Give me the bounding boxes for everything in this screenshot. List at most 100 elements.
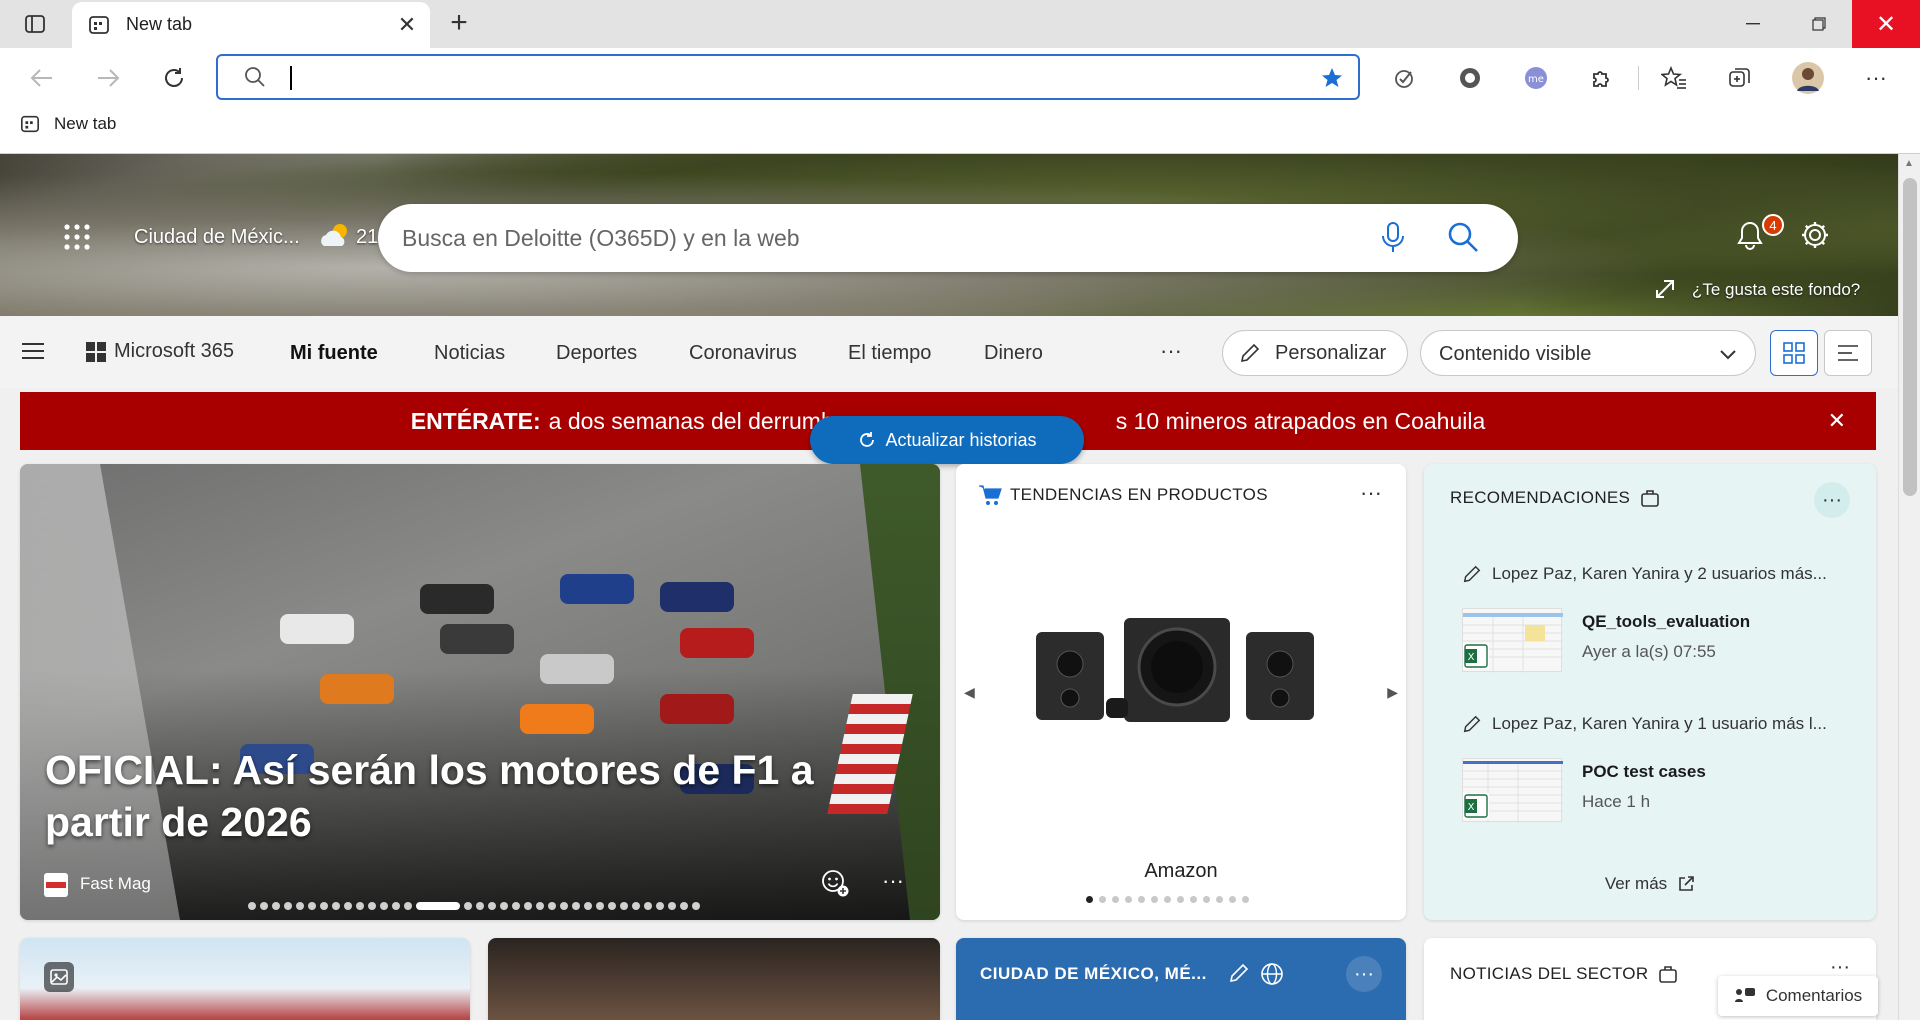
grid-layout-button[interactable] (1770, 330, 1818, 376)
list-layout-button[interactable] (1824, 330, 1872, 376)
carousel-dot[interactable] (488, 902, 496, 910)
carousel-dot[interactable] (632, 902, 640, 910)
carousel-dot[interactable] (272, 902, 280, 910)
recommendation-file-name[interactable]: QE_tools_evaluation (1582, 612, 1750, 632)
recommendation-file-name[interactable]: POC test cases (1582, 762, 1706, 782)
favorites-button[interactable] (1656, 60, 1692, 96)
carousel-dot[interactable] (596, 902, 604, 910)
page-scrollbar[interactable]: ▲ (1898, 154, 1920, 1020)
top-story-more-button[interactable]: ··· (882, 868, 904, 894)
top-story-source[interactable]: Fast Mag (80, 874, 151, 894)
tab-deportes[interactable]: Deportes (556, 342, 637, 365)
app-launcher-icon[interactable] (62, 222, 92, 252)
tab-el-tiempo[interactable]: El tiempo (848, 342, 931, 365)
carousel-dot[interactable] (1125, 896, 1132, 903)
extension-check-button[interactable] (1386, 60, 1422, 96)
personalize-button[interactable]: Personalizar (1222, 330, 1408, 376)
weather-more-button[interactable]: ··· (1346, 956, 1382, 992)
carousel-dot[interactable] (380, 902, 388, 910)
nav-microsoft-365[interactable]: Microsoft 365 (86, 340, 234, 363)
settings-more-button[interactable]: ··· (1858, 60, 1894, 96)
carousel-next-button[interactable]: ▶ (1387, 684, 1398, 701)
tab-mi-fuente[interactable]: Mi fuente (290, 342, 378, 365)
carousel-dot[interactable] (404, 902, 412, 910)
web-search-box[interactable]: Busca en Deloitte (O365D) y en la web (378, 204, 1518, 272)
weather-location[interactable]: Ciudad de Méxic... (134, 226, 300, 249)
recommendation-item[interactable]: Lopez Paz, Karen Yanira y 2 usuarios más… (1462, 564, 1842, 673)
pencil-icon[interactable] (1228, 962, 1250, 984)
expand-icon[interactable] (1654, 278, 1676, 300)
carousel-dot[interactable] (1190, 896, 1197, 903)
carousel-dot[interactable] (680, 902, 688, 910)
story-card[interactable] (488, 938, 940, 1020)
story-card[interactable] (20, 938, 470, 1020)
carousel-dot[interactable] (1216, 896, 1223, 903)
search-icon[interactable] (1446, 220, 1480, 254)
carousel-dot[interactable] (1099, 896, 1106, 903)
carousel-dot[interactable] (1164, 896, 1171, 903)
carousel-indicator[interactable] (248, 902, 700, 910)
products-more-button[interactable]: ··· (1360, 480, 1382, 506)
scroll-up-arrow-icon[interactable]: ▲ (1904, 158, 1914, 169)
carousel-dot[interactable] (476, 902, 484, 910)
carousel-dot[interactable] (260, 902, 268, 910)
weather-temperature[interactable]: 21 (356, 226, 378, 249)
top-story-title[interactable]: OFICIAL: Así serán los motores de F1 a p… (45, 744, 915, 848)
carousel-dot[interactable] (1151, 896, 1158, 903)
restore-button[interactable] (1786, 0, 1852, 48)
product-carousel-indicator[interactable] (1086, 896, 1249, 903)
speaker-system-image[interactable] (1036, 612, 1326, 728)
favorites-item-new-tab[interactable]: New tab (20, 114, 116, 134)
carousel-dot[interactable] (284, 902, 292, 910)
refresh-button[interactable] (154, 58, 194, 98)
window-close-button[interactable]: ✕ (1852, 0, 1920, 48)
carousel-dot[interactable] (572, 902, 580, 910)
carousel-dot[interactable] (392, 902, 400, 910)
extension-q-button[interactable] (1452, 60, 1488, 96)
minimize-button[interactable] (1720, 0, 1786, 48)
carousel-dot[interactable] (296, 902, 304, 910)
content-visibility-dropdown[interactable]: Contenido visible (1420, 330, 1756, 376)
add-reaction-icon[interactable] (820, 868, 850, 898)
gear-icon[interactable] (1800, 220, 1830, 250)
tab-actions-button[interactable] (18, 10, 52, 38)
like-background-link[interactable]: ¿Te gusta este fondo? (1692, 280, 1860, 300)
scrollbar-thumb[interactable] (1903, 178, 1917, 496)
carousel-dot[interactable] (320, 902, 328, 910)
carousel-dot[interactable] (1177, 896, 1184, 903)
carousel-dot[interactable] (308, 902, 316, 910)
carousel-dot[interactable] (356, 902, 364, 910)
extension-me-button[interactable]: me (1518, 60, 1554, 96)
weather-card[interactable]: CIUDAD DE MÉXICO, MÉ... ··· (956, 938, 1406, 1020)
carousel-dot[interactable] (656, 902, 664, 910)
product-store-name[interactable]: Amazon (956, 860, 1406, 883)
carousel-dot[interactable] (692, 902, 700, 910)
address-bar[interactable] (216, 54, 1360, 100)
collections-button[interactable] (1722, 60, 1758, 96)
feedback-button[interactable]: Comentarios (1718, 976, 1878, 1016)
carousel-prev-button[interactable]: ◀ (964, 684, 975, 701)
carousel-dot[interactable] (1112, 896, 1119, 903)
profile-button[interactable] (1790, 60, 1826, 96)
banner-close-button[interactable]: ✕ (1828, 408, 1846, 434)
carousel-dot[interactable] (644, 902, 652, 910)
carousel-dot[interactable] (608, 902, 616, 910)
globe-icon[interactable] (1260, 962, 1284, 986)
carousel-dot[interactable] (620, 902, 628, 910)
carousel-dot[interactable] (416, 902, 460, 910)
carousel-dot[interactable] (536, 902, 544, 910)
tab-dinero[interactable]: Dinero (984, 342, 1043, 365)
tab-noticias[interactable]: Noticias (434, 342, 505, 365)
carousel-dot[interactable] (560, 902, 568, 910)
carousel-dot[interactable] (512, 902, 520, 910)
recommendations-more-button[interactable]: ··· (1814, 482, 1850, 518)
carousel-dot[interactable] (500, 902, 508, 910)
menu-icon[interactable] (20, 340, 46, 362)
tab-new-tab[interactable]: New tab ✕ (72, 2, 430, 48)
carousel-dot[interactable] (524, 902, 532, 910)
nav-more-button[interactable]: ··· (1160, 338, 1182, 364)
carousel-dot[interactable] (368, 902, 376, 910)
recommendation-item[interactable]: Lopez Paz, Karen Yanira y 1 usuario más … (1462, 714, 1842, 823)
favorite-star-icon[interactable] (1320, 66, 1344, 90)
carousel-dot[interactable] (1242, 896, 1249, 903)
